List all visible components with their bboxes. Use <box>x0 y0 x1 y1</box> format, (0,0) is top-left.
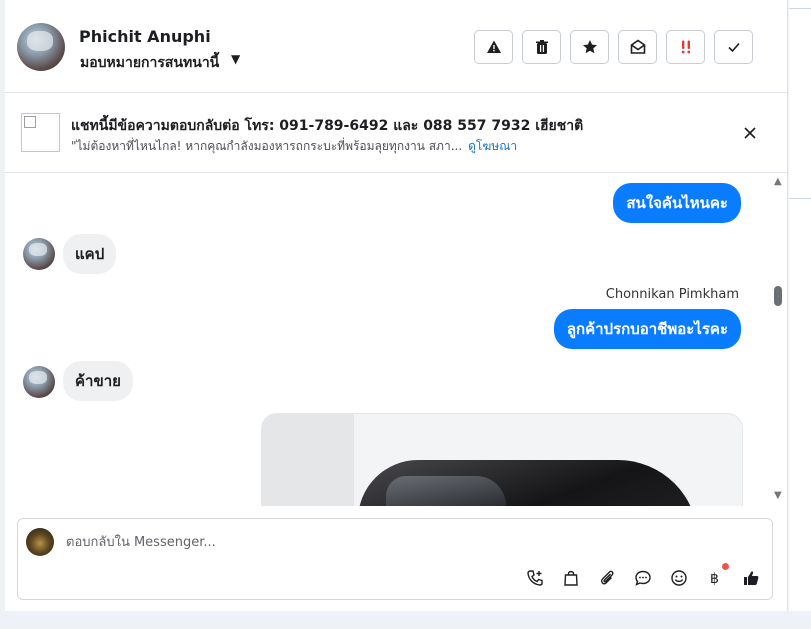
notification-dot <box>722 563 729 570</box>
contact-avatar[interactable] <box>17 23 65 71</box>
chevron-down-icon[interactable]: ▼ <box>231 52 240 66</box>
reply-input[interactable] <box>66 531 566 553</box>
sender-name: Chonnikan Pimkham <box>605 287 739 302</box>
contact-avatar-small <box>23 238 55 270</box>
emoji-icon[interactable] <box>668 567 690 589</box>
message-composer: ฿ <box>17 518 773 600</box>
message-thread[interactable]: สนใจคันไหนคะ แคป Chonnikan Pimkham ลูกค้… <box>5 173 787 506</box>
message-bubble-incoming[interactable]: ค้าขาย <box>63 361 133 401</box>
view-ad-link[interactable]: ดูโฆษณา <box>468 139 517 153</box>
message-photo[interactable] <box>261 413 743 506</box>
conversation-header: Phichit Anuphi มอบหมายการสนทนานี้ ▼ <box>5 0 787 93</box>
attachment-icon[interactable] <box>596 567 618 589</box>
close-icon[interactable] <box>740 123 760 143</box>
like-icon[interactable] <box>740 567 762 589</box>
scroll-down-arrow-icon[interactable]: ▼ <box>774 490 782 501</box>
divider <box>789 8 811 9</box>
envelope-open-icon <box>630 39 645 54</box>
follow-up-button[interactable] <box>666 30 705 64</box>
follow-up-icon <box>681 40 690 54</box>
message-bubble-incoming[interactable]: แคป <box>63 234 117 274</box>
contact-name[interactable]: Phichit Anuphi <box>79 27 211 46</box>
shopping-bag-icon[interactable] <box>560 567 582 589</box>
warning-icon <box>486 40 501 53</box>
scrollbar-thumb[interactable] <box>774 286 782 306</box>
saved-reply-icon[interactable] <box>632 567 654 589</box>
star-button[interactable] <box>570 30 609 64</box>
trash-icon <box>535 40 548 54</box>
page-background <box>0 611 811 629</box>
star-icon <box>582 40 597 54</box>
checkmark-icon <box>727 42 740 53</box>
page-avatar <box>26 528 54 556</box>
photo-background <box>262 414 354 506</box>
report-button[interactable] <box>474 30 513 64</box>
message-bubble-outgoing[interactable]: ลูกค้าปรกบอาชีพอะไรคะ <box>553 309 741 349</box>
adjacent-panel-edge <box>789 0 811 611</box>
ad-description: "ไม่ต้องหาที่ไหนไกล! หากคุณกำลังมองหารถก… <box>71 139 463 153</box>
contact-avatar-small <box>23 366 55 398</box>
assign-conversation-dropdown[interactable]: มอบหมายการสนทนานี้ <box>80 52 219 74</box>
ad-subtitle: "ไม่ต้องหาที่ไหนไกล! หากคุณกำลังมองหารถก… <box>71 137 517 156</box>
svg-text:฿: ฿ <box>710 571 719 587</box>
divider <box>789 198 811 199</box>
mark-done-button[interactable] <box>714 30 753 64</box>
conversation-panel: Phichit Anuphi มอบหมายการสนทนานี้ ▼ แชทน… <box>5 0 788 612</box>
scroll-up-arrow-icon[interactable]: ▲ <box>774 176 782 187</box>
ad-title: แชทนี้มีข้อความตอบกลับต่อ โทร: 091-789-6… <box>71 118 584 134</box>
delete-button[interactable] <box>522 30 561 64</box>
mark-unread-button[interactable] <box>618 30 657 64</box>
ad-context-banner: แชทนี้มีข้อความตอบกลับต่อ โทร: 091-789-6… <box>5 93 787 173</box>
truck-windshield <box>386 476 506 506</box>
ad-thumbnail[interactable] <box>21 113 60 152</box>
message-bubble-outgoing[interactable]: สนใจคันไหนคะ <box>613 183 741 223</box>
call-icon[interactable] <box>524 567 546 589</box>
payment-icon[interactable]: ฿ <box>704 567 726 589</box>
